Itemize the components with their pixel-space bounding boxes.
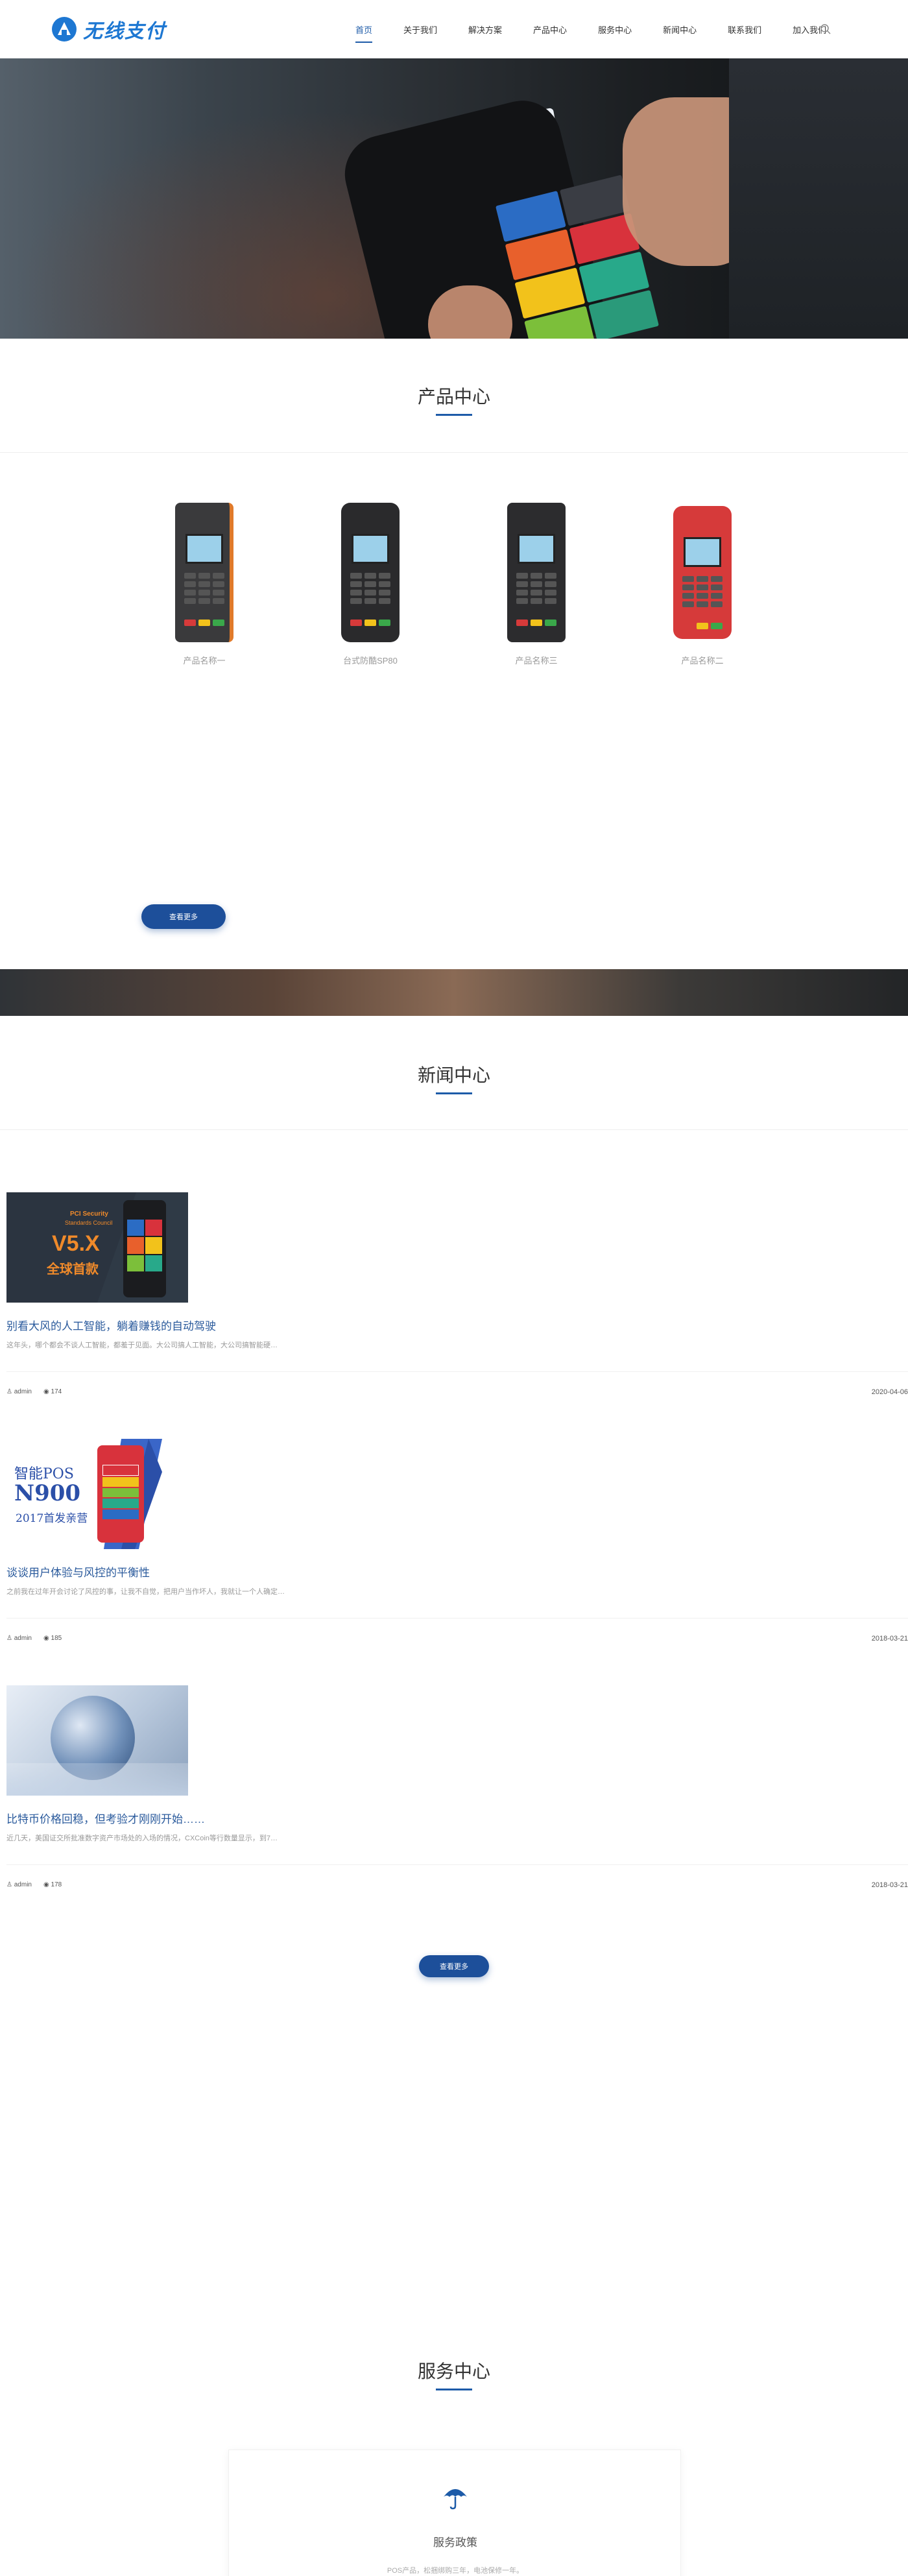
news-title[interactable]: 别看大风的人工智能，躺着赚钱的自动驾驶 <box>6 1317 908 1333</box>
thumb-text: V5.X <box>52 1231 100 1256</box>
news-item[interactable]: PCI Security Standards Council V5.X 全球首款… <box>6 1192 908 1400</box>
nav-item-home[interactable]: 首页 <box>355 0 373 58</box>
service-card-desc: POS产品，松捆绑购三年，电池保修一年。 <box>387 2567 524 2575</box>
nav-item-products[interactable]: 产品中心 <box>533 0 567 58</box>
user-icon: ♙ <box>6 1635 12 1642</box>
section-underline <box>436 2389 472 2390</box>
logo[interactable]: 无线支付 <box>52 16 166 43</box>
logo-mark-icon <box>52 17 77 42</box>
product-card[interactable]: 产品名称三 <box>488 500 585 666</box>
news-item[interactable]: 比特币价格回稳，但考验才刚刚开始…… 近几天，美国证交所批准数字资产市场处的入场… <box>6 1685 908 1893</box>
product-name: 台式防酷SP80 <box>343 656 398 666</box>
news-excerpt: 之前我在过年开会讨论了风控的事，让我不自觉，把用户当作坏人，我就让一个人确定… <box>6 1588 285 1596</box>
author: ♙ admin <box>6 1881 32 1888</box>
eye-icon: ◉ <box>43 1388 49 1395</box>
section-divider <box>0 452 908 453</box>
hero-banner[interactable] <box>0 58 908 339</box>
news-divider <box>6 1864 908 1865</box>
section-title-news: 新闻中心 <box>417 1065 490 1085</box>
news-thumbnail[interactable] <box>6 1685 188 1796</box>
product-name: 产品名称一 <box>183 656 226 666</box>
thumb-text: 全球首款 <box>47 1262 99 1277</box>
author: ♙ admin <box>6 1635 32 1642</box>
thumb-text: PCI Security <box>70 1210 108 1218</box>
news-item[interactable]: 智能POS N900 2017首发亲营 谈谈用户体验与风控的平衡性 之前我在过年… <box>6 1439 908 1646</box>
nav-item-solutions[interactable]: 解决方案 <box>468 0 502 58</box>
product-card[interactable]: 产品名称一 <box>156 500 253 666</box>
news-more-button[interactable]: 查看更多 <box>419 1955 489 1977</box>
product-image <box>322 500 419 649</box>
news-thumbnail[interactable]: 智能POS N900 2017首发亲营 <box>6 1439 188 1549</box>
news-title[interactable]: 谈谈用户体验与风控的平衡性 <box>6 1563 908 1580</box>
section-title-products: 产品中心 <box>417 387 490 407</box>
product-image <box>488 500 585 649</box>
news-divider <box>6 1618 908 1619</box>
news-meta: ♙ admin ◉ 178 <box>6 1881 62 1888</box>
news-excerpt: 近几天，美国证交所批准数字资产市场处的入场的情况，CXCoin等行数量显示，到7… <box>6 1835 278 1842</box>
logo-text: 无线支付 <box>83 20 166 43</box>
main-nav: 首页 关于我们 解决方案 产品中心 服务中心 新闻中心 联系我们 加入我们 <box>355 0 857 58</box>
eye-icon: ◉ <box>43 1881 49 1888</box>
news-date: 2018-03-21 <box>871 1635 908 1643</box>
user-icon: ♙ <box>6 1881 12 1888</box>
news-thumbnail[interactable]: PCI Security Standards Council V5.X 全球首款 <box>6 1192 188 1303</box>
service-card-title: 服务政策 <box>433 2536 477 2549</box>
product-image <box>156 500 253 649</box>
products-more-button[interactable]: 查看更多 <box>141 904 226 929</box>
product-card[interactable]: 台式防酷SP80 <box>322 500 419 666</box>
section-title-service: 服务中心 <box>417 2361 490 2381</box>
news-date: 2020-04-06 <box>871 1388 908 1396</box>
views: ◉ 174 <box>43 1388 62 1395</box>
nav-item-news[interactable]: 新闻中心 <box>663 0 697 58</box>
section-underline <box>436 414 472 416</box>
service-policy-card[interactable]: 服务政策 POS产品，松捆绑购三年，电池保修一年。 <box>228 2450 681 2576</box>
views: ◉ 178 <box>43 1881 62 1888</box>
news-divider <box>6 1371 908 1372</box>
thumb-text: N900 <box>14 1480 81 1506</box>
news-meta: ♙ admin ◉ 185 <box>6 1635 62 1642</box>
banner-side-panel <box>729 58 908 339</box>
product-name: 产品名称三 <box>515 656 558 666</box>
news-meta: ♙ admin ◉ 174 <box>6 1388 62 1395</box>
nav-item-service[interactable]: 服务中心 <box>598 0 632 58</box>
news-excerpt: 这年头，哪个都会不谈人工智能，都羞于见面。大公司搞人工智能，大公司搞智能硬… <box>6 1342 278 1349</box>
news-title[interactable]: 比特币价格回稳，但考验才刚刚开始…… <box>6 1810 908 1826</box>
section-divider <box>0 1129 908 1130</box>
product-image <box>654 500 751 649</box>
views: ◉ 185 <box>43 1635 62 1642</box>
product-name: 产品名称二 <box>681 656 724 666</box>
site-header: 无线支付 首页 关于我们 解决方案 产品中心 服务中心 新闻中心 联系我们 加入… <box>0 0 908 58</box>
nav-item-contact[interactable]: 联系我们 <box>728 0 761 58</box>
user-icon: ♙ <box>6 1388 12 1395</box>
eye-icon: ◉ <box>43 1635 49 1642</box>
thumb-text: Standards Council <box>65 1220 113 1226</box>
news-date: 2018-03-21 <box>871 1881 908 1889</box>
section-underline <box>436 1092 472 1094</box>
author: ♙ admin <box>6 1388 32 1395</box>
product-card[interactable]: 产品名称二 <box>654 500 751 666</box>
search-icon[interactable] <box>820 23 831 35</box>
parallax-strip <box>0 969 908 1016</box>
thumb-text: 2017首发亲营 <box>16 1512 88 1525</box>
umbrella-icon <box>444 2489 467 2510</box>
nav-item-about[interactable]: 关于我们 <box>403 0 437 58</box>
